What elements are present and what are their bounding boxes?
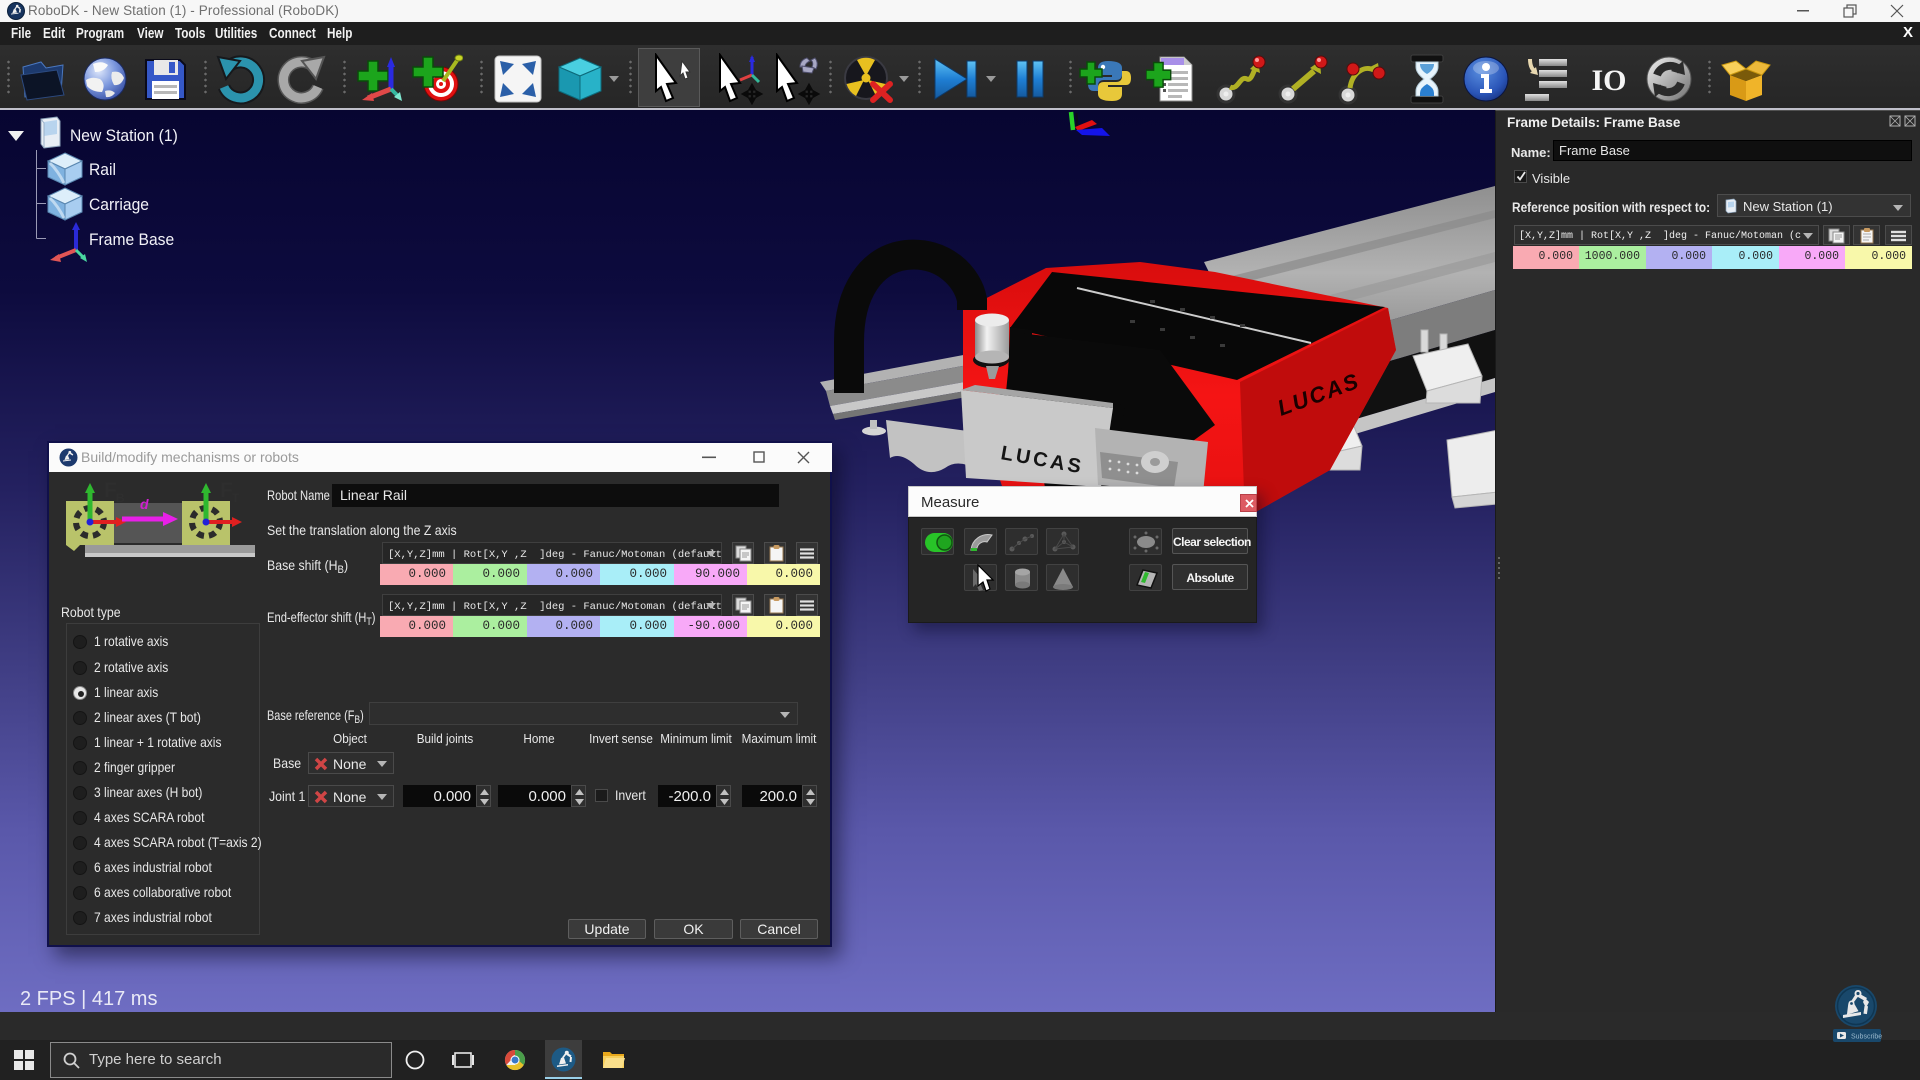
svg-text:T: T xyxy=(232,491,240,505)
svg-text:B: B xyxy=(116,491,125,505)
svg-text:d: d xyxy=(140,496,149,512)
svg-text:Subscribe: Subscribe xyxy=(1851,1034,1882,1041)
svg-text:IO: IO xyxy=(1591,64,1626,97)
